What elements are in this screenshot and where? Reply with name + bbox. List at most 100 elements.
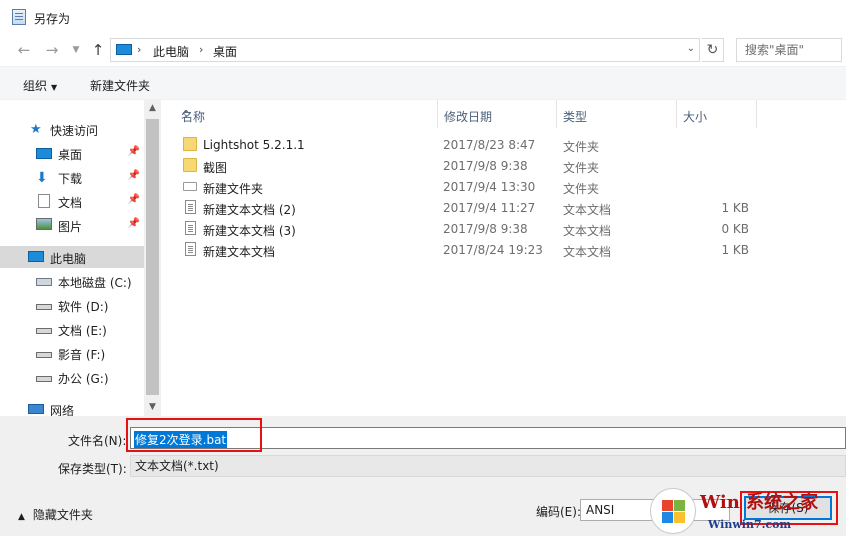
pin-icon[interactable]: 📌 [128,218,140,229]
file-row[interactable]: 截图 2017/9/8 9:38 文件夹 [161,155,846,176]
file-type: 文件夹 [563,140,600,154]
notepad-icon [12,9,26,25]
encoding-select[interactable]: ANSI [580,499,730,521]
system-drive-icon [36,278,52,286]
address-bar[interactable]: › 此电脑 › 桌面 ⌄ [110,38,700,62]
file-row[interactable]: Lightshot 5.2.1.1 2017/8/23 8:47 文件夹 [161,134,846,155]
file-type: 文件夹 [563,182,600,196]
breadcrumb-desktop[interactable]: 桌面 [213,43,237,60]
drive-icon [36,352,52,358]
title-bar: 另存为 [0,0,846,34]
sidebar-item-drive-c[interactable]: 本地磁盘 (C:) [0,270,144,292]
sidebar-item-label: 办公 (G:) [58,372,109,386]
new-folder-button[interactable]: 新建文件夹 [90,77,150,94]
back-arrow-icon[interactable]: ← [14,40,34,60]
search-input[interactable]: 搜索"桌面" [736,38,842,62]
folder-icon [183,158,197,172]
sidebar-item-label: 此电脑 [50,252,87,266]
file-name: 截图 [203,161,228,175]
file-name: 新建文本文档 [203,245,276,259]
scroll-up-icon[interactable]: ▲ [144,100,161,117]
pin-icon[interactable]: 📌 [128,170,140,181]
column-header-name[interactable]: 名称 ^ [175,100,438,128]
file-name: 新建文本文档 (2) [203,203,296,217]
column-header-type[interactable]: 类型 [557,100,677,128]
encoding-label: 编码(E): [536,505,581,519]
sidebar-item-label: 图片 [58,220,83,234]
sidebar-item-downloads[interactable]: ⬇ 下载 📌 [0,166,144,188]
pictures-icon [36,218,52,230]
column-header-label: 类型 [563,110,588,124]
documents-icon [38,194,50,208]
download-icon: ⬇ [36,170,48,186]
hide-folders-toggle[interactable]: ▲ 隐藏文件夹 [18,506,93,523]
file-type: 文件夹 [563,161,600,175]
sidebar-item-label: 桌面 [58,148,83,162]
drive-icon [36,304,52,310]
chevron-down-icon: ▼ [51,83,58,92]
sidebar-item-label: 本地磁盘 (C:) [58,276,132,290]
this-pc-icon [28,251,44,262]
sidebar-item-this-pc[interactable]: 此电脑 [0,246,144,268]
sidebar-item-label: 快速访问 [50,124,99,138]
sidebar-scrollbar[interactable]: ▲ ▼ [144,100,161,416]
forward-arrow-icon[interactable]: → [42,40,62,60]
navigation-bar: ← → ▼ ↑ › 此电脑 › 桌面 ⌄ ↻ 搜索"桌面" [0,34,846,66]
file-name: 新建文本文档 (3) [203,224,296,238]
file-list: 名称 ^ 修改日期 类型 大小 Lightshot 5.2.1.1 2017/8… [161,100,846,416]
text-file-icon [185,221,196,235]
sidebar-item-label: 影音 (F:) [58,348,106,362]
drive-icon [36,328,52,334]
address-dropdown-icon[interactable]: ⌄ [687,43,695,54]
scroll-down-icon[interactable]: ▼ [144,399,161,416]
column-header-label: 大小 [683,110,708,124]
recent-locations-chevron-icon[interactable]: ▼ [66,40,86,60]
sidebar-item-drive-e[interactable]: 文档 (E:) [0,318,144,340]
sidebar-item-drive-d[interactable]: 软件 (D:) [0,294,144,316]
refresh-icon[interactable]: ↻ [702,38,724,62]
save-button-highlight-box [740,491,838,525]
sidebar-item-quick-access[interactable]: ★ 快速访问 [0,118,144,140]
breadcrumb-separator-icon[interactable]: › [137,43,141,56]
star-icon: ★ [30,122,42,137]
pin-icon[interactable]: 📌 [128,146,140,157]
file-row[interactable]: 新建文本文档 (3) 2017/9/8 9:38 文本文档 0 KB [161,218,846,239]
file-type: 文本文档 [563,245,612,259]
breadcrumb-this-pc[interactable]: 此电脑 [153,43,189,60]
organize-label: 组织 [23,79,48,93]
window-title: 另存为 [34,12,71,26]
file-row[interactable]: 新建文件夹 2017/9/4 13:30 文件夹 [161,176,846,197]
sidebar-item-drive-g[interactable]: 办公 (G:) [0,366,144,388]
sidebar-item-documents[interactable]: 文档 📌 [0,190,144,212]
column-header-label: 修改日期 [444,110,493,124]
file-modified: 2017/8/24 19:23 [443,243,543,257]
filename-label: 文件名(N): [68,434,127,448]
navigation-pane: ★ 快速访问 桌面 📌 ⬇ 下载 📌 文档 📌 图片 📌 此电脑 本地磁盘 (C… [0,100,160,418]
file-modified: 2017/9/8 9:38 [443,222,528,236]
command-toolbar: 组织 ▼ 新建文件夹 [0,66,846,100]
drive-icon [36,376,52,382]
file-row[interactable]: 新建文本文档 2017/8/24 19:23 文本文档 1 KB [161,239,846,260]
file-size: 0 KB [721,222,749,236]
file-modified: 2017/8/23 8:47 [443,138,536,152]
empty-folder-icon [183,182,197,191]
scrollbar-thumb[interactable] [146,119,159,395]
file-type: 文本文档 [563,203,612,217]
filetype-select[interactable]: 文本文档(*.txt) [130,455,846,477]
up-arrow-icon[interactable]: ↑ [88,40,108,60]
sidebar-item-drive-f[interactable]: 影音 (F:) [0,342,144,364]
pin-icon[interactable]: 📌 [128,194,140,205]
sidebar-item-label: 下载 [58,172,83,186]
sort-ascending-icon: ^ [181,108,192,122]
filetype-label: 保存类型(T): [58,462,127,476]
breadcrumb-separator-icon[interactable]: › [199,43,203,56]
sidebar-item-pictures[interactable]: 图片 📌 [0,214,144,236]
organize-menu[interactable]: 组织 ▼ [23,77,57,94]
file-row[interactable]: 新建文本文档 (2) 2017/9/4 11:27 文本文档 1 KB [161,197,846,218]
this-pc-icon [116,44,132,55]
column-header-modified[interactable]: 修改日期 [438,100,557,128]
column-header-size[interactable]: 大小 [677,100,757,128]
sidebar-item-desktop[interactable]: 桌面 📌 [0,142,144,164]
network-icon [28,404,44,414]
text-file-icon [185,200,196,214]
